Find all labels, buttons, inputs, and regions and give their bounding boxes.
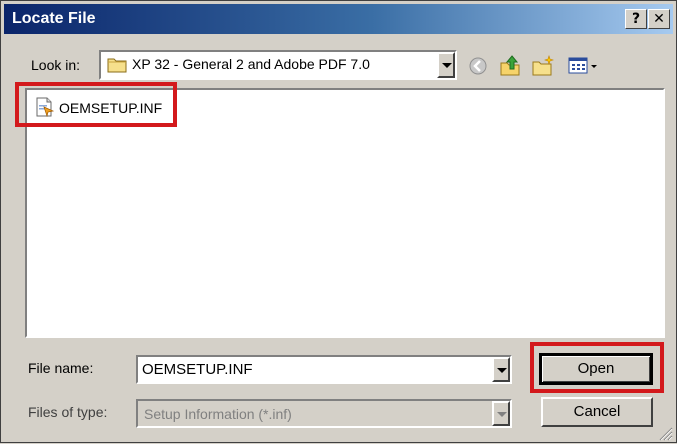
look-in-dropdown-button[interactable] (437, 52, 455, 78)
view-menu-icon[interactable] (568, 56, 602, 79)
back-icon[interactable] (468, 56, 488, 79)
new-folder-icon[interactable] (531, 55, 555, 80)
file-type-label: Files of type: (28, 404, 108, 420)
resize-grip-icon[interactable] (657, 425, 673, 444)
file-name-label: File name: (28, 360, 94, 376)
close-icon: ✕ (653, 11, 665, 27)
highlight-open-button (530, 342, 664, 393)
look-in-combo[interactable]: XP 32 - General 2 and Adobe PDF 7.0 (99, 50, 457, 80)
close-button[interactable]: ✕ (648, 9, 670, 29)
look-in-value: XP 32 - General 2 and Adobe PDF 7.0 (132, 56, 370, 72)
file-name-dropdown-button[interactable] (492, 357, 510, 382)
folder-icon (107, 56, 127, 76)
highlight-file-item (15, 82, 177, 127)
up-folder-icon[interactable] (499, 53, 521, 80)
window-title: Locate File (12, 10, 96, 27)
help-button[interactable]: ? (625, 9, 647, 29)
look-in-label: Look in: (31, 57, 81, 73)
file-name-input[interactable]: OEMSETUP.INF (142, 361, 253, 378)
file-type-combo[interactable]: Setup Information (*.inf) (136, 399, 512, 428)
file-name-combo[interactable]: OEMSETUP.INF (136, 355, 512, 384)
file-type-dropdown-button[interactable] (492, 401, 510, 426)
locate-file-dialog: Locate File ? ✕ Look in: XP 32 - General… (0, 0, 677, 443)
cancel-button[interactable]: Cancel (541, 397, 653, 427)
file-type-value: Setup Information (*.inf) (144, 406, 292, 422)
title-bar[interactable]: Locate File ? ✕ (4, 4, 673, 34)
